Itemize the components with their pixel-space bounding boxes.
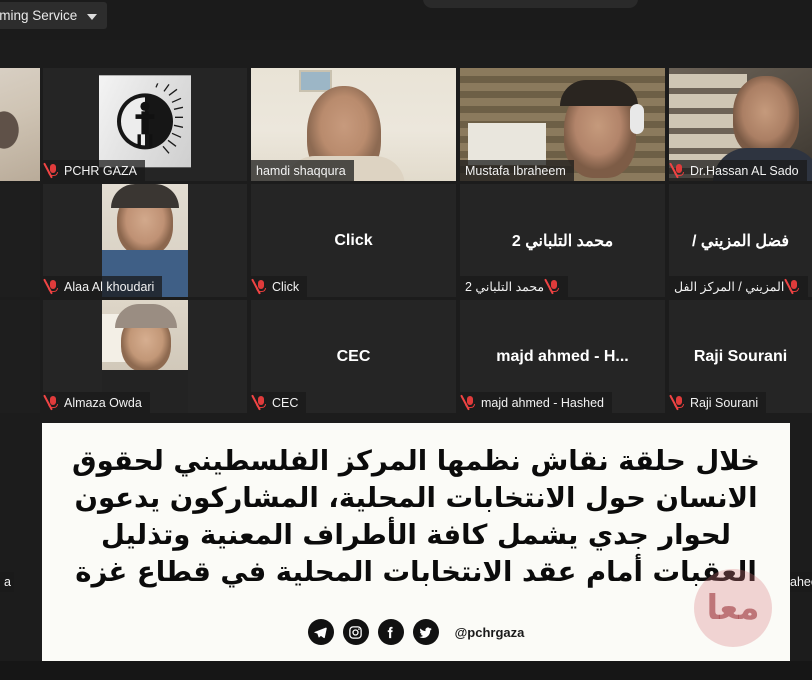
caption-line-1: خلال حلقة نقاش نظمها المركز الفلسطيني لح…: [72, 445, 760, 477]
participant-tile-click[interactable]: Click Click: [251, 184, 456, 297]
headset: [630, 104, 644, 134]
participant-name: PCHR GAZA: [64, 163, 137, 178]
participant-tile-raji-sourani[interactable]: Raji Sourani Raji Sourani: [669, 300, 812, 413]
participant-name-badge: Dr.Hassan AL Sado: [669, 160, 807, 181]
news-caption-overlay: خلال حلقة نقاش نظمها المركز الفلسطيني لح…: [42, 423, 790, 661]
participant-name-badge: CEC: [251, 392, 307, 413]
participant-name-badge: المزيني / المركز الفل: [669, 276, 809, 297]
top-bar: treaming Service: [0, 0, 812, 40]
participant-name: Almaza Owda: [64, 395, 142, 410]
participant-name: المزيني / المركز الفل: [674, 280, 785, 294]
participant-name: Raji Sourani: [690, 395, 759, 410]
chevron-down-icon: [87, 13, 98, 20]
participant-tile-majd-ahmed[interactable]: majd ahmed - H... majd ahmed - Hashed: [460, 300, 665, 413]
participant-name-partial-left: a: [0, 572, 14, 592]
wall-picture-frame: [299, 70, 332, 92]
participant-name: محمد التلباني 2: [465, 280, 545, 294]
instagram-icon[interactable]: [342, 619, 369, 645]
window-bottom-edge: [0, 661, 812, 680]
participant-face: [733, 76, 799, 156]
participant-name: a: [4, 575, 11, 589]
participant-tile-cec[interactable]: CEC CEC: [251, 300, 456, 413]
participant-name: ahee: [790, 575, 812, 589]
participant-name-badge: Mustafa Ibraheem: [460, 160, 574, 181]
participant-name-badge: محمد التلباني 2: [460, 276, 569, 297]
participant-name-badge: majd ahmed - Hashed: [460, 392, 612, 413]
mic-muted-icon: [460, 394, 476, 411]
participant-hijab: [111, 184, 179, 208]
mic-muted-icon: [669, 162, 685, 179]
streaming-service-dropdown[interactable]: treaming Service: [0, 2, 108, 29]
participant-name: Mustafa Ibraheem: [465, 163, 566, 178]
participant-tile[interactable]: [0, 68, 40, 181]
mic-muted-icon: [251, 278, 267, 295]
participant-name-badge: Alaa Al khoudari: [43, 276, 163, 297]
participant-tile-fadel-al-mezaini[interactable]: فضل المزيني / المزيني / المركز الفل: [669, 184, 812, 297]
twitter-icon[interactable]: [412, 619, 439, 645]
facebook-icon[interactable]: [377, 619, 404, 645]
participant-name: Alaa Al khoudari: [64, 279, 155, 294]
telegram-icon[interactable]: [307, 619, 334, 645]
participant-tile[interactable]: [0, 300, 40, 413]
window-light: [468, 123, 546, 165]
floating-toolbar[interactable]: [423, 0, 638, 8]
participant-tile[interactable]: [0, 184, 40, 297]
participant-name-badge: PCHR GAZA: [43, 160, 145, 181]
participant-tile-dr-hassan[interactable]: Dr.Hassan AL Sado: [669, 68, 812, 181]
participant-name: Click: [272, 279, 300, 294]
caption-line-4: العقبات أمام عقد الانتخابات المحلية في ق…: [75, 556, 757, 588]
participant-tile-mohammed-al-talbani[interactable]: محمد التلباني 2 محمد التلباني 2: [460, 184, 665, 297]
participant-name-badge: Raji Sourani: [669, 392, 767, 413]
participant-tile-alaa-al-khoudari[interactable]: Alaa Al khoudari: [43, 184, 247, 297]
participant-name: majd ahmed - Hashed: [481, 395, 604, 410]
streaming-service-label: treaming Service: [0, 8, 78, 23]
participant-tile-pchr-gaza[interactable]: PCHR GAZA: [43, 68, 247, 181]
mic-muted-icon: [784, 278, 800, 295]
participant-name-badge: Click: [251, 276, 308, 297]
caption-text: خلال حلقة نقاش نظمها المركز الفلسطيني لح…: [60, 443, 772, 591]
meeting-window: treaming Service: [0, 0, 812, 680]
mic-muted-icon: [251, 394, 267, 411]
caption-line-3: لحوار جدي يشمل كافة الأطراف المعنية وتذل…: [101, 519, 731, 551]
participant-name-badge: hamdi shaqqura: [251, 160, 354, 181]
caption-line-2: الانسان حول الانتخابات المحلية، المشاركو…: [74, 482, 758, 514]
pchr-logo: [99, 74, 191, 167]
participant-tile-mustafa-ibraheem[interactable]: Mustafa Ibraheem: [460, 68, 665, 181]
participant-tile-hamdi-shaqqura[interactable]: hamdi shaqqura: [251, 68, 456, 181]
mic-muted-icon: [43, 278, 59, 295]
participant-grid: PCHR GAZA hamdi shaqqura Mustafa Ibrahee…: [0, 68, 812, 424]
participant-name: hamdi shaqqura: [256, 163, 346, 178]
mic-muted-icon: [544, 278, 560, 295]
mic-muted-icon: [43, 162, 59, 179]
mic-muted-icon: [43, 394, 59, 411]
participant-name: CEC: [272, 395, 299, 410]
participant-face: [0, 68, 40, 181]
participant-name: Dr.Hassan AL Sado: [690, 163, 799, 178]
participant-name-badge: Almaza Owda: [43, 392, 150, 413]
participant-tile-almaza-owda[interactable]: Almaza Owda: [43, 300, 247, 413]
participant-hair: [560, 80, 638, 106]
mic-muted-icon: [669, 394, 685, 411]
social-links-row: @pchrgaza: [42, 619, 790, 645]
social-handle: @pchrgaza: [454, 624, 525, 640]
